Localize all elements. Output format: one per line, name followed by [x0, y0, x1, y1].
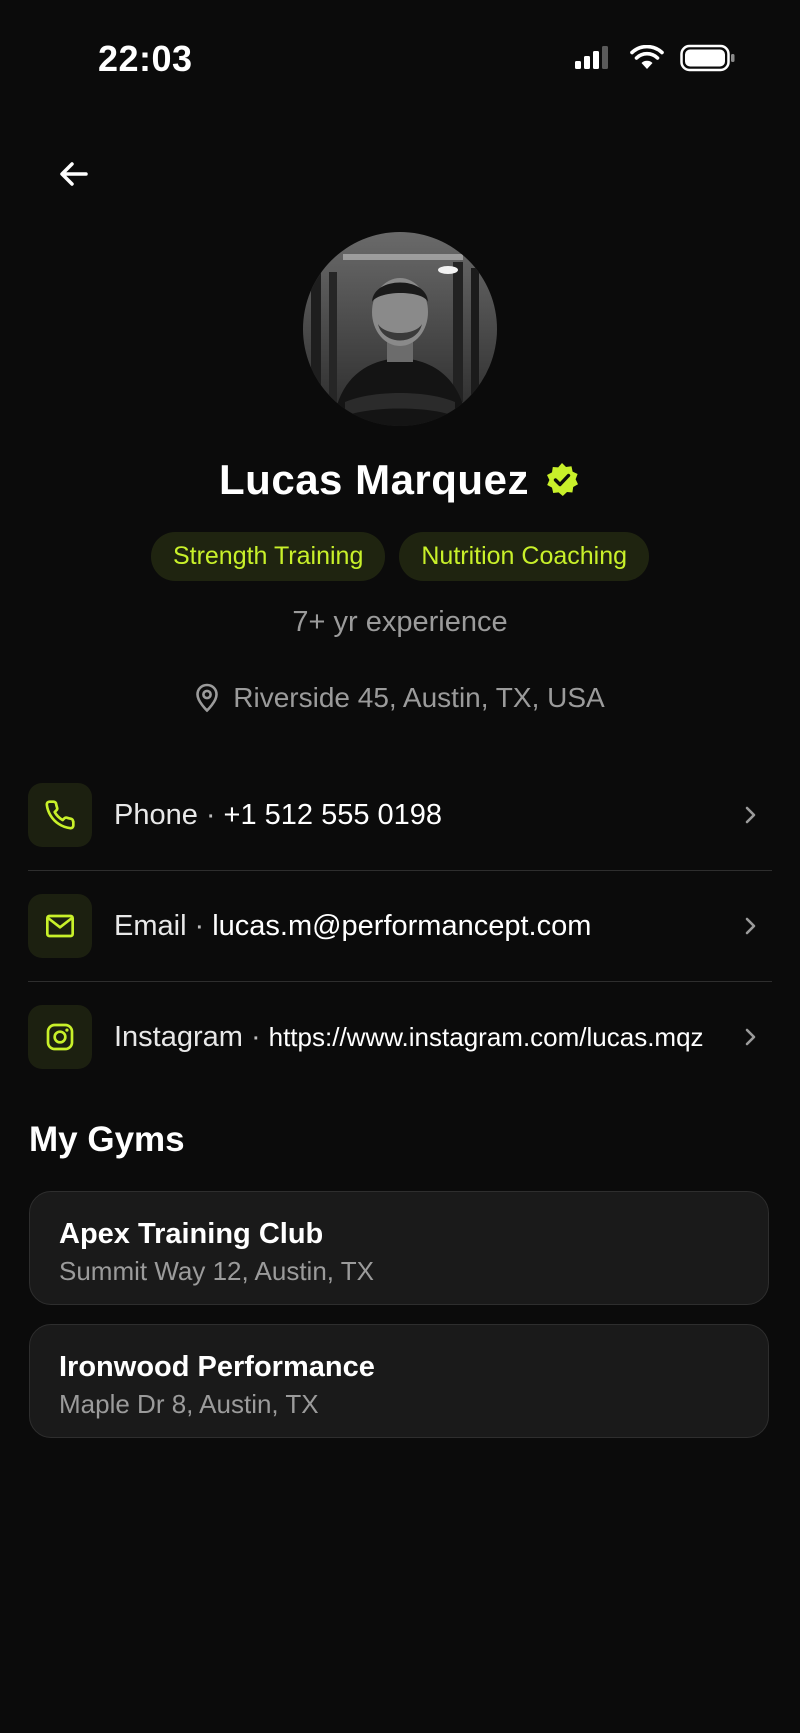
phone-icon-box [28, 783, 92, 847]
profile-name: Lucas Marquez [219, 456, 529, 503]
experience-text: 7+ yr experience [292, 606, 508, 638]
mail-icon [46, 914, 74, 938]
specialty-tags: Strength Training Nutrition Coaching [0, 532, 800, 581]
contact-separator: · [194, 909, 205, 942]
contact-label: Phone [114, 798, 198, 831]
battery-icon [680, 44, 735, 72]
contact-instagram[interactable]: Instagram · https://www.instagram.com/lu… [28, 981, 772, 1092]
arrow-left-icon [60, 162, 88, 186]
section-title-my-gyms: My Gyms [29, 1120, 185, 1159]
tag-nutrition-coaching: Nutrition Coaching [399, 532, 650, 581]
tag-strength-training: Strength Training [150, 532, 386, 581]
back-button[interactable] [52, 152, 96, 196]
gym-name: Ironwood Performance [59, 1351, 375, 1383]
contact-instagram-text: Instagram · https://www.instagram.com/lu… [114, 1021, 704, 1054]
chevron-right-icon [745, 1028, 756, 1046]
contact-label: Instagram [114, 1020, 243, 1053]
gym-address: Summit Way 12, Austin, TX [59, 1256, 374, 1286]
contact-email-text: Email · lucas.m@performancept.com [114, 910, 591, 943]
phone-number: +1 512 555 0198 [223, 798, 443, 831]
contact-separator: · [205, 798, 216, 831]
avatar [303, 232, 497, 426]
location: Riverside 45, Austin, TX, USA [0, 682, 800, 714]
gym-card[interactable]: Ironwood Performance Maple Dr 8, Austin,… [29, 1324, 769, 1438]
contact-email[interactable]: Email · lucas.m@performancept.com [28, 870, 772, 981]
instagram-url: https://www.instagram.com/lucas.mqz [268, 1021, 704, 1052]
map-pin-icon [196, 683, 219, 713]
chevron-right-icon [745, 806, 756, 824]
signal-icon [575, 46, 608, 69]
profile-photo [303, 232, 497, 426]
chevron-right-icon [745, 917, 756, 935]
gym-name: Apex Training Club [59, 1218, 324, 1250]
email-address: lucas.m@performancept.com [212, 909, 592, 942]
gym-card[interactable]: Apex Training Club Summit Way 12, Austin… [29, 1191, 769, 1305]
contact-phone-text: Phone · +1 512 555 0198 [114, 799, 442, 832]
instagram-icon-box [28, 1005, 92, 1069]
gym-address: Maple Dr 8, Austin, TX [59, 1389, 319, 1419]
name-row: Lucas Marquez [0, 456, 800, 504]
mail-icon-box [28, 894, 92, 958]
contact-list: Phone · +1 512 555 0198 Email · lucas.m@… [28, 760, 772, 1092]
status-icons [574, 44, 736, 72]
contact-separator: · [250, 1020, 261, 1053]
contact-label: Email [114, 909, 187, 942]
instagram-icon [46, 1023, 74, 1051]
phone-icon [45, 800, 75, 830]
wifi-icon [630, 45, 664, 69]
verified-badge-icon [546, 463, 578, 496]
status-bar: 22:03 [0, 0, 800, 120]
status-time: 22:03 [98, 38, 193, 79]
location-text: Riverside 45, Austin, TX, USA [233, 682, 605, 713]
contact-phone[interactable]: Phone · +1 512 555 0198 [28, 760, 772, 870]
